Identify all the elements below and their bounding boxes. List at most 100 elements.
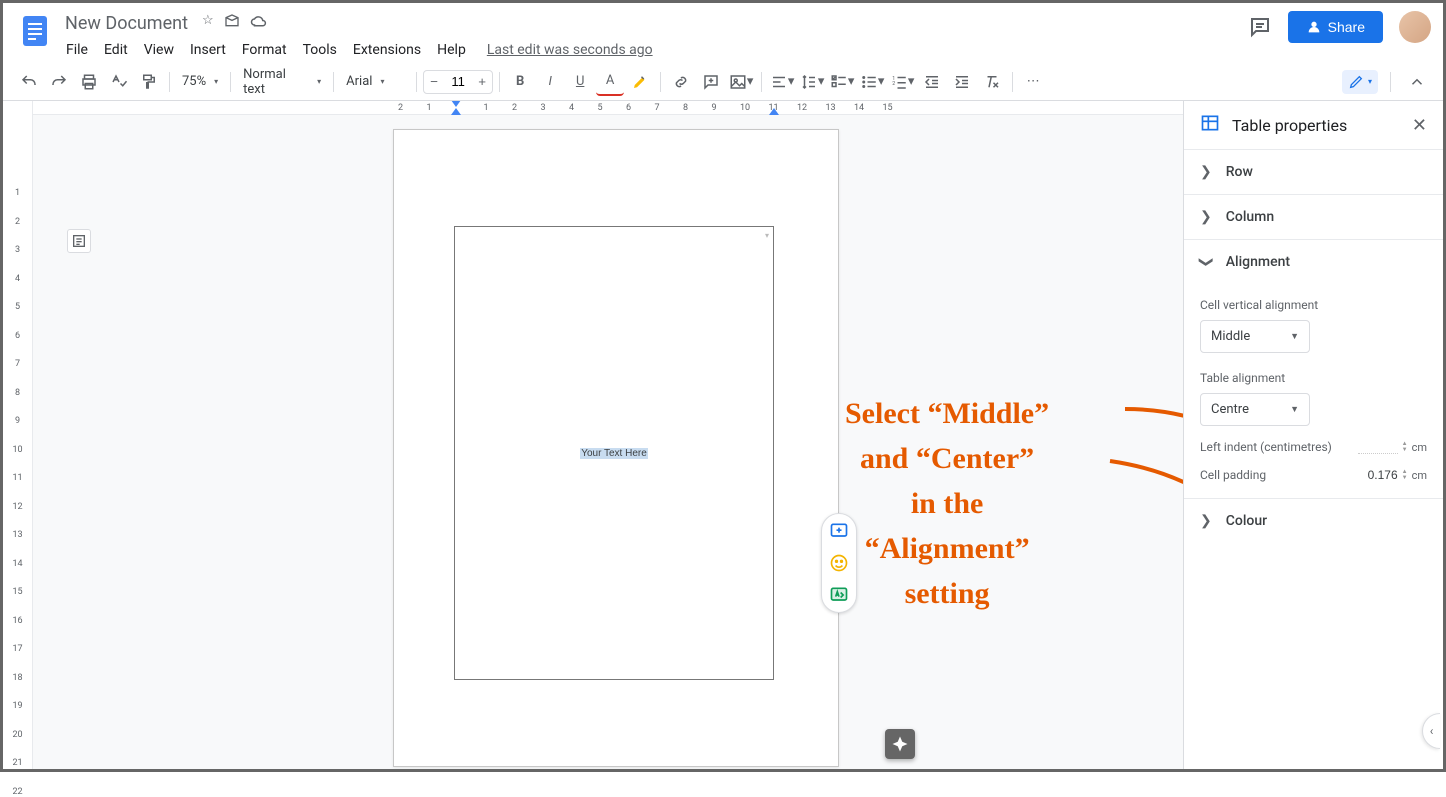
chevron-right-icon: ❯ [1200,164,1212,180]
stepper-icon[interactable]: ▲▼ [1402,469,1408,481]
hide-menus-button[interactable] [1403,68,1431,96]
ruler-tick: 7 [3,359,32,369]
ruler-tick: 13 [826,103,836,113]
ruler-tick: 4 [569,103,574,113]
ruler-tick: 11 [3,473,32,483]
section-row-header[interactable]: ❯ Row [1184,150,1443,194]
menu-file[interactable]: File [59,38,95,62]
underline-button[interactable]: U [566,68,594,96]
bold-button[interactable]: B [506,68,534,96]
font-size-decrease[interactable]: − [424,71,444,93]
zoom-select[interactable]: 75% [176,70,224,93]
table-icon [1200,113,1220,137]
document-title[interactable]: New Document [59,11,194,36]
align-button[interactable]: ▾ [768,68,796,96]
spellcheck-button[interactable] [105,68,133,96]
table-properties-panel: Table properties ✕ ❯ Row ❯ Column ❯ Alig… [1183,101,1443,769]
line-spacing-button[interactable]: ▾ [798,68,826,96]
cell-handle-icon[interactable]: ▾ [765,231,769,240]
ruler-tick: 5 [3,302,32,312]
ruler-tick: 3 [3,245,32,255]
last-edit-link[interactable]: Last edit was seconds ago [487,42,653,58]
editing-mode-button[interactable]: ▾ [1342,70,1378,94]
ruler-tick: 13 [3,530,32,540]
table-alignment-select[interactable]: Centre ▼ [1200,393,1310,426]
ruler-tick: 4 [3,274,32,284]
menu-view[interactable]: View [137,38,181,62]
annotation-arrow-icon [1108,451,1183,516]
numbered-list-button[interactable]: 12▾ [888,68,916,96]
annotation-arrow-icon [1123,399,1183,439]
ruler-tick: 17 [3,644,32,654]
left-indent-input [1358,440,1398,454]
insert-image-button[interactable]: ▾ [727,68,755,96]
ruler-tick: 11 [769,103,779,113]
cloud-status-icon[interactable] [250,13,268,35]
bullet-list-button[interactable]: ▾ [858,68,886,96]
increase-indent-button[interactable] [948,68,976,96]
user-avatar[interactable] [1399,11,1431,43]
print-button[interactable] [75,68,103,96]
menu-tools[interactable]: Tools [296,38,344,62]
ruler-tick: 3 [541,103,546,113]
cell-vertical-alignment-value: Middle [1211,329,1250,344]
menu-insert[interactable]: Insert [183,38,233,62]
close-panel-button[interactable]: ✕ [1412,115,1427,136]
cell-vertical-alignment-label: Cell vertical alignment [1200,298,1427,312]
table-alignment-label: Table alignment [1200,371,1427,385]
font-select[interactable]: Arial [340,70,410,93]
annotation-line: and “Center” [845,436,1049,481]
annotation-line: Select “Middle” [845,391,1049,436]
chevron-right-icon: ❯ [1200,209,1212,225]
menu-edit[interactable]: Edit [97,38,135,62]
docs-logo[interactable] [15,11,55,51]
add-comment-button[interactable] [697,68,725,96]
ruler-tick: 1 [3,188,32,198]
menu-extensions[interactable]: Extensions [346,38,428,62]
more-button[interactable]: ⋯ [1019,68,1047,96]
panel-title: Table properties [1232,116,1400,135]
ruler-tick: 20 [3,730,32,740]
text-color-button[interactable]: A [596,68,624,96]
star-icon[interactable]: ☆ [202,13,214,35]
document-page[interactable]: ▾ Your Text Here [393,129,839,767]
decrease-indent-button[interactable] [918,68,946,96]
alignment-content: Cell vertical alignment Middle ▼ Table a… [1184,284,1443,498]
cell-padding-label: Cell padding [1200,468,1266,482]
section-column-header[interactable]: ❯ Column [1184,195,1443,239]
ruler-tick: 14 [854,103,864,113]
move-icon[interactable] [224,13,240,35]
ruler-tick: 5 [598,103,603,113]
table-cell[interactable]: ▾ Your Text Here [454,226,774,680]
section-colour-label: Colour [1226,513,1267,529]
ruler-tick: 12 [3,502,32,512]
title-area: New Document ☆ File Edit View Insert For… [59,11,1248,62]
clear-formatting-button[interactable] [978,68,1006,96]
cell-text-selection[interactable]: Your Text Here [580,448,648,459]
cell-padding-input[interactable] [1350,468,1398,482]
paint-format-button[interactable] [135,68,163,96]
share-button[interactable]: Share [1288,11,1383,43]
undo-button[interactable] [15,68,43,96]
document-outline-button[interactable] [67,229,91,253]
insert-link-button[interactable] [667,68,695,96]
unit-label: cm [1412,441,1427,454]
section-alignment-header[interactable]: ❯ Alignment [1184,240,1443,284]
menu-help[interactable]: Help [430,38,473,62]
explore-button[interactable] [885,729,915,759]
checklist-button[interactable]: ▾ [828,68,856,96]
comments-history-icon[interactable] [1248,15,1272,39]
menu-format[interactable]: Format [235,38,294,62]
font-size-input[interactable] [444,71,472,93]
font-size-increase[interactable]: + [472,71,492,93]
share-button-label: Share [1328,19,1365,35]
italic-button[interactable]: I [536,68,564,96]
highlight-button[interactable] [626,68,654,96]
ruler-tick: 21 [3,758,32,768]
toolbar: 75% Normal text Arial − + B I U A ▾ ▾ ▾ … [3,63,1443,101]
annotation-line: “Alignment” [845,526,1049,571]
cell-vertical-alignment-select[interactable]: Middle ▼ [1200,320,1310,353]
redo-button[interactable] [45,68,73,96]
style-select[interactable]: Normal text [237,63,327,101]
section-colour-header[interactable]: ❯ Colour [1184,499,1443,543]
